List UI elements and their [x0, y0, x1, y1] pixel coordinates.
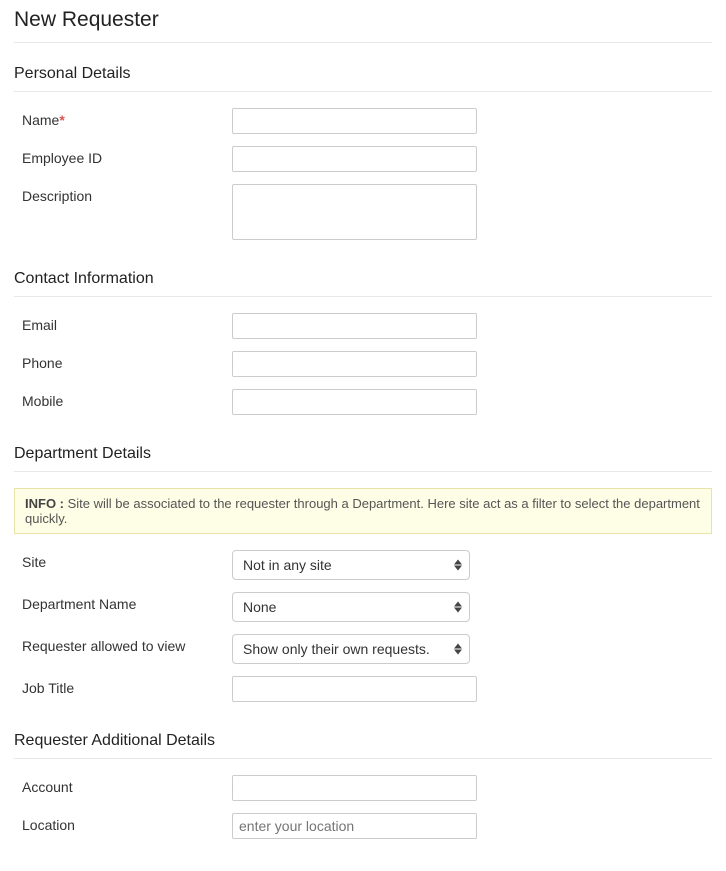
field-department-name: Department Name None: [14, 592, 712, 622]
account-input[interactable]: [232, 775, 477, 801]
phone-input[interactable]: [232, 351, 477, 377]
employee-id-label: Employee ID: [22, 146, 232, 166]
employee-id-input[interactable]: [232, 146, 477, 172]
field-account: Account: [14, 775, 712, 801]
requester-view-select[interactable]: Show only their own requests.: [232, 634, 470, 664]
site-label: Site: [22, 550, 232, 570]
field-mobile: Mobile: [14, 389, 712, 415]
site-select[interactable]: Not in any site: [232, 550, 470, 580]
requester-view-label: Requester allowed to view: [22, 634, 232, 654]
mobile-label: Mobile: [22, 389, 232, 409]
field-job-title: Job Title: [14, 676, 712, 702]
field-site: Site Not in any site: [14, 550, 712, 580]
section-contact-title: Contact Information: [14, 264, 712, 297]
section-department-title: Department Details: [14, 439, 712, 472]
email-label: Email: [22, 313, 232, 333]
section-personal-title: Personal Details: [14, 59, 712, 92]
page-title: New Requester: [14, 0, 712, 43]
section-additional-title: Requester Additional Details: [14, 726, 712, 759]
name-label: Name*: [22, 108, 232, 128]
field-employee-id: Employee ID: [14, 146, 712, 172]
job-title-input[interactable]: [232, 676, 477, 702]
job-title-label: Job Title: [22, 676, 232, 696]
phone-label: Phone: [22, 351, 232, 371]
account-label: Account: [22, 775, 232, 795]
field-phone: Phone: [14, 351, 712, 377]
field-location: Location: [14, 813, 712, 839]
info-prefix: INFO :: [25, 496, 64, 511]
field-description: Description: [14, 184, 712, 240]
required-indicator: *: [59, 112, 64, 128]
field-name: Name*: [14, 108, 712, 134]
department-name-label: Department Name: [22, 592, 232, 612]
field-email: Email: [14, 313, 712, 339]
description-input[interactable]: [232, 184, 477, 240]
location-label: Location: [22, 813, 232, 833]
location-input[interactable]: [232, 813, 477, 839]
description-label: Description: [22, 184, 232, 204]
email-input[interactable]: [232, 313, 477, 339]
name-input[interactable]: [232, 108, 477, 134]
department-name-select[interactable]: None: [232, 592, 470, 622]
field-requester-view: Requester allowed to view Show only thei…: [14, 634, 712, 664]
info-text: Site will be associated to the requester…: [25, 496, 700, 526]
mobile-input[interactable]: [232, 389, 477, 415]
department-info-box: INFO : Site will be associated to the re…: [14, 488, 712, 534]
